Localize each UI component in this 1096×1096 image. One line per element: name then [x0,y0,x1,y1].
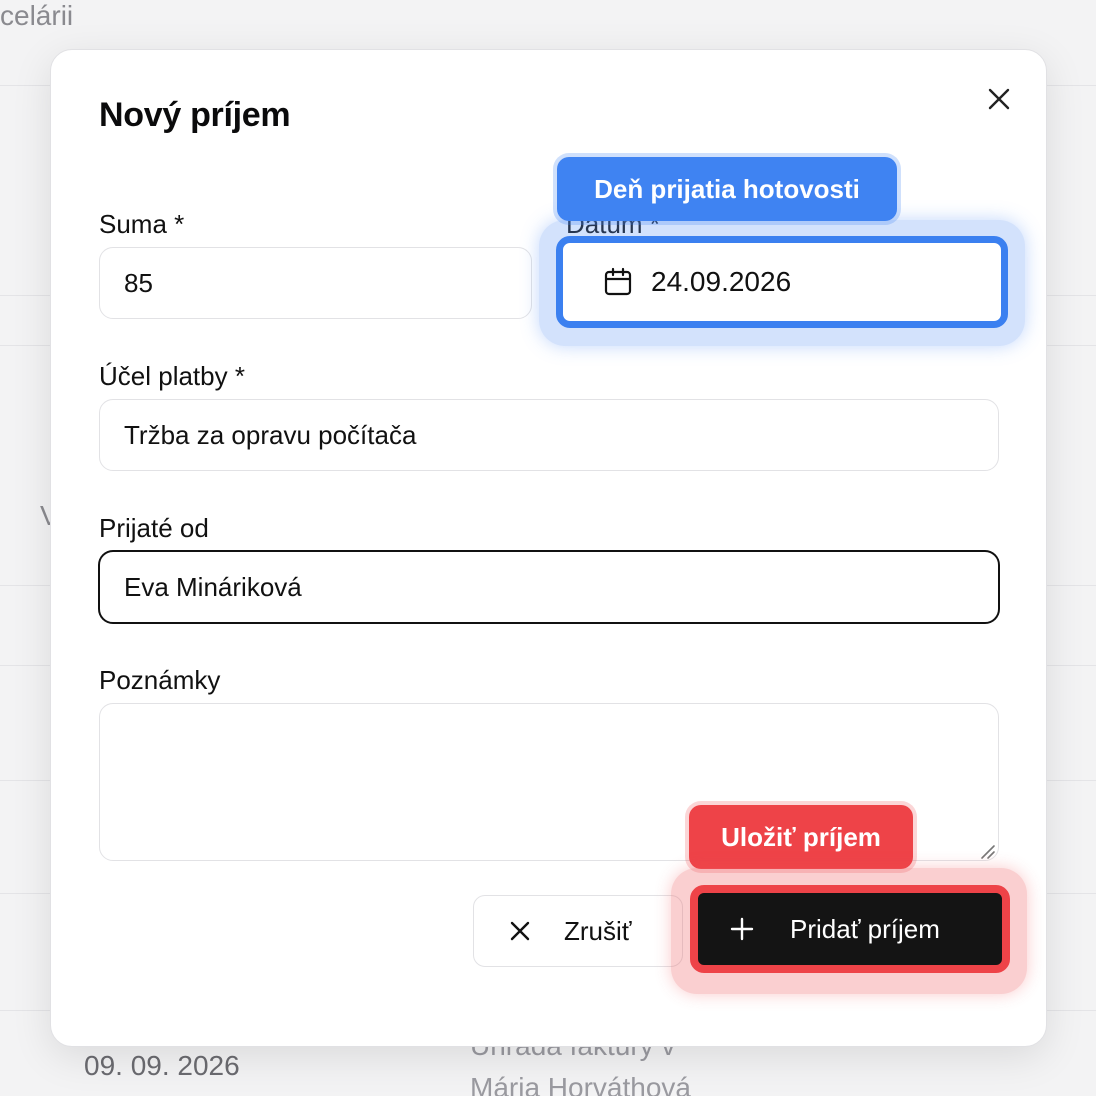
received-from-label: Prijaté od [99,513,209,543]
background-title-fragment: celárii [0,0,74,31]
cancel-label: Zrušiť [564,915,632,946]
add-income-label: Pridať príjem [790,913,940,944]
add-income-button[interactable]: Pridať príjem [690,885,1010,973]
close-button[interactable] [983,83,1015,115]
close-icon [988,88,1010,110]
notes-label: Poznámky [99,665,221,695]
calendar-icon [603,267,633,297]
purpose-value: Tržba za opravu počítača [124,419,417,450]
date-value: 24.09.2026 [651,266,792,297]
amount-label: Suma * [99,209,185,239]
purpose-input[interactable]: Tržba za opravu počítača [99,399,999,471]
cancel-button[interactable]: Zrušiť [473,895,683,967]
background-row-person: Mária Horváthová [470,1072,691,1096]
amount-value: 85 [124,267,153,298]
purpose-label: Účel platby * [99,361,245,391]
background-row-date: 09. 09. 2026 [84,1050,240,1081]
received-from-value: Eva Mináriková [124,571,302,602]
date-tooltip: Deň prijatia hotovosti [557,157,897,221]
amount-input[interactable]: 85 [99,247,532,319]
new-income-dialog: Nový príjem Suma * 85 Dátum * 24.09.2026… [50,49,1047,1047]
date-input[interactable]: 24.09.2026 [556,236,1008,328]
x-icon [510,921,530,941]
received-from-input[interactable]: Eva Mináriková [99,551,999,623]
resize-grip-icon[interactable] [978,842,996,860]
dialog-title: Nový príjem [99,96,291,134]
save-tooltip: Uložiť príjem [689,805,913,869]
plus-icon [730,917,754,941]
